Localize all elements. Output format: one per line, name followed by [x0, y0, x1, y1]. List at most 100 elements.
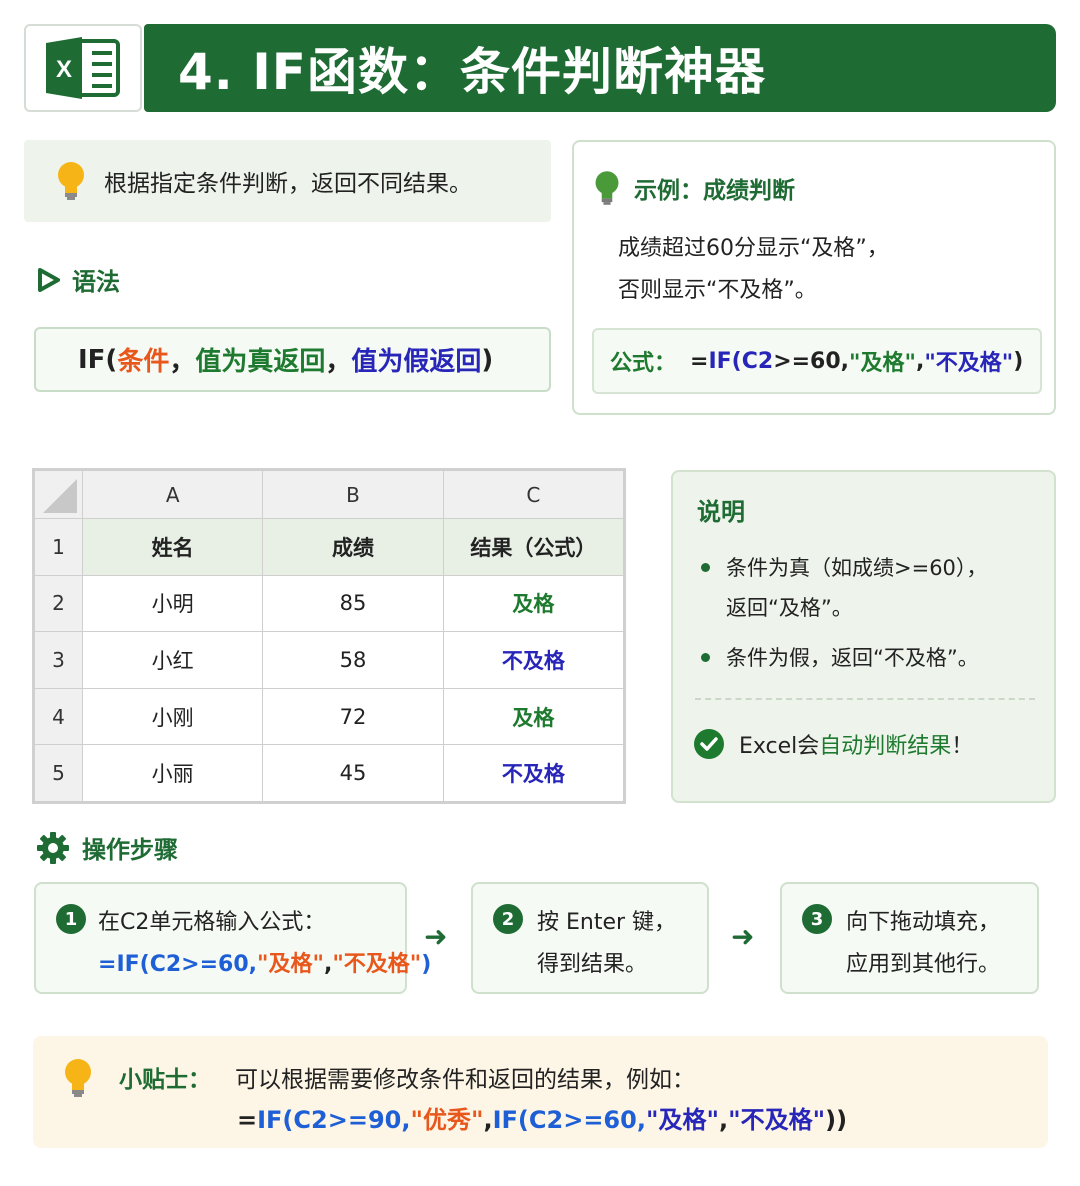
tip-label: 小贴士：	[119, 1067, 211, 1093]
logo-letter: X	[56, 56, 72, 83]
cell-name[interactable]: 小刚	[81, 687, 264, 746]
lightbulb-icon	[58, 162, 84, 200]
cell-score-header[interactable]: 成绩	[262, 518, 444, 576]
steps-heading: 操作步骤	[36, 830, 178, 865]
cell-score[interactable]: 58	[262, 631, 444, 689]
spreadsheet-grid: A B C 1 姓名 成绩 结果（公式） 2 小明 85 及格 3 小红 58 …	[34, 470, 625, 802]
auto-prefix: Excel会	[739, 734, 820, 759]
row-header[interactable]: 1	[34, 518, 83, 576]
excel-logo: X	[24, 24, 142, 112]
cell-name[interactable]: 小红	[81, 631, 264, 689]
tip-f-excellent: "优秀"	[410, 1106, 484, 1134]
tip-f-comma-2: ,	[718, 1106, 729, 1134]
tip-f-close: ))	[825, 1106, 848, 1134]
tip-f-eq: =	[237, 1106, 258, 1134]
cell-result[interactable]: 不及格	[442, 631, 625, 689]
tip-f-comma: ,	[483, 1106, 493, 1134]
step-formula-close: )	[421, 952, 432, 977]
syntax-box: IF(条件，值为真返回，值为假返回)	[34, 327, 551, 392]
example-line-1: 成绩超过60分显示“及格”，	[618, 236, 889, 261]
gear-icon	[37, 831, 69, 864]
play-icon	[38, 267, 60, 292]
notes-title: 说明	[697, 498, 745, 526]
steps-label: 操作步骤	[82, 836, 178, 864]
auto-suffix: ！	[951, 734, 974, 759]
note-item-1-line-2: 返回“及格”。	[726, 596, 853, 620]
cell-name[interactable]: 小丽	[81, 744, 264, 802]
step-card-3: 3 向下拖动填充， 应用到其他行。	[780, 882, 1039, 994]
row-header[interactable]: 2	[34, 574, 83, 633]
tip-f-ref-2: C2	[528, 1106, 564, 1134]
step-formula-cmp: >=60,	[181, 952, 258, 977]
syntax-prefix: IF(	[78, 344, 118, 375]
title-bar: 4. IF函数：条件判断神器	[144, 24, 1056, 112]
auto-judge-line: Excel会 自动判断结果！	[693, 728, 973, 760]
syntax-suffix: )	[481, 344, 494, 375]
example-title: 示例：成绩判断	[634, 178, 795, 204]
formula-close: )	[1013, 348, 1024, 374]
cell-result[interactable]: 及格	[442, 574, 625, 633]
formula-ref: C2	[741, 348, 774, 374]
syntax-label: 语法	[72, 268, 120, 296]
step-formula-eq: =	[98, 952, 117, 977]
tip-f-ref: C2	[293, 1106, 328, 1134]
intro-panel: 根据指定条件判断，返回不同结果。	[24, 140, 551, 222]
notes-panel: 说明 条件为真（如成绩>=60）， 返回“及格”。 条件为假，返回“不及格”。 …	[671, 470, 1056, 803]
cell-score[interactable]: 72	[262, 687, 444, 746]
step-3-line-2: 应用到其他行。	[846, 952, 1001, 977]
corner-triangle-icon	[43, 479, 77, 513]
row-header[interactable]: 4	[34, 687, 83, 746]
column-header-a[interactable]: A	[81, 470, 264, 519]
formula-fn: IF(	[708, 348, 742, 374]
tip-f-fn-2: IF(	[492, 1106, 529, 1134]
step-card-1: 1 在C2单元格输入公式： =IF(C2>=60,"及格","不及格")	[34, 882, 431, 994]
formula-label: 公式：	[610, 351, 677, 376]
row-header[interactable]: 5	[34, 744, 83, 802]
cell-result[interactable]: 不及格	[442, 744, 625, 802]
formula-cmp: >=60,	[773, 348, 850, 374]
syntax-condition: 条件	[117, 347, 170, 377]
formula-true: "及格"	[849, 351, 916, 376]
select-all-corner[interactable]	[34, 470, 83, 519]
step-formula-ref: C2	[149, 952, 182, 977]
step-number-2: 2	[493, 904, 523, 934]
tip-panel: 小贴士： 可以根据需要修改条件和返回的结果，例如： =IF(C2>=90,"优秀…	[33, 1036, 1048, 1148]
formula-comma: ,	[915, 348, 925, 374]
column-header-c[interactable]: C	[442, 470, 625, 519]
cell-name[interactable]: 小明	[81, 574, 264, 633]
cell-result[interactable]: 及格	[442, 687, 625, 746]
step-3-line-1: 向下拖动填充，	[846, 910, 1001, 935]
step-formula-fn: IF(	[116, 952, 150, 977]
step-2-line-2: 得到结果。	[537, 952, 648, 977]
step-2-line-1: 按 Enter 键，	[537, 910, 677, 935]
row-header[interactable]: 3	[34, 631, 83, 689]
spreadsheet: A B C 1 姓名 成绩 结果（公式） 2 小明 85 及格 3 小红 58 …	[32, 468, 626, 804]
page-title: 4. IF函数：条件判断神器	[178, 43, 766, 101]
formula-false: "不及格"	[924, 351, 1014, 376]
formula-eq: =	[690, 348, 709, 374]
example-panel: 示例：成绩判断 成绩超过60分显示“及格”， 否则显示“不及格”。 公式： = I…	[572, 140, 1056, 415]
note-item-1-line-1: 条件为真（如成绩>=60），	[726, 556, 988, 580]
step-formula-true: "及格"	[257, 952, 324, 977]
tip-text: 可以根据需要修改条件和返回的结果，例如：	[235, 1067, 695, 1093]
lightbulb-icon	[65, 1059, 91, 1097]
auto-highlight: 自动判断结果	[819, 734, 952, 759]
excel-icon: X	[46, 37, 120, 99]
tip-formula: =IF(C2>=90,"优秀",IF(C2>=60,"及格","不及格"))	[237, 1100, 847, 1135]
syntax-heading: 语法	[36, 262, 120, 297]
note-item-1: 条件为真（如成绩>=60），	[701, 552, 987, 582]
step-1-line-1: 在C2单元格输入公式：	[98, 910, 326, 935]
column-header-b[interactable]: B	[262, 470, 444, 519]
intro-text: 根据指定条件判断，返回不同结果。	[104, 171, 472, 197]
step-number-1: 1	[56, 904, 86, 934]
cell-score[interactable]: 45	[262, 744, 444, 802]
check-circle-icon	[694, 729, 724, 759]
cell-name-header[interactable]: 姓名	[81, 518, 264, 576]
example-heading: 示例：成绩判断	[592, 168, 795, 208]
cell-score[interactable]: 85	[262, 574, 444, 633]
step-1-formula: =IF(C2>=60,"及格","不及格")	[98, 946, 431, 978]
notes-divider	[695, 698, 1035, 700]
syntax-sep: ，	[169, 347, 196, 377]
tip-f-fn: IF(	[257, 1106, 294, 1134]
cell-result-header[interactable]: 结果（公式）	[442, 518, 625, 576]
